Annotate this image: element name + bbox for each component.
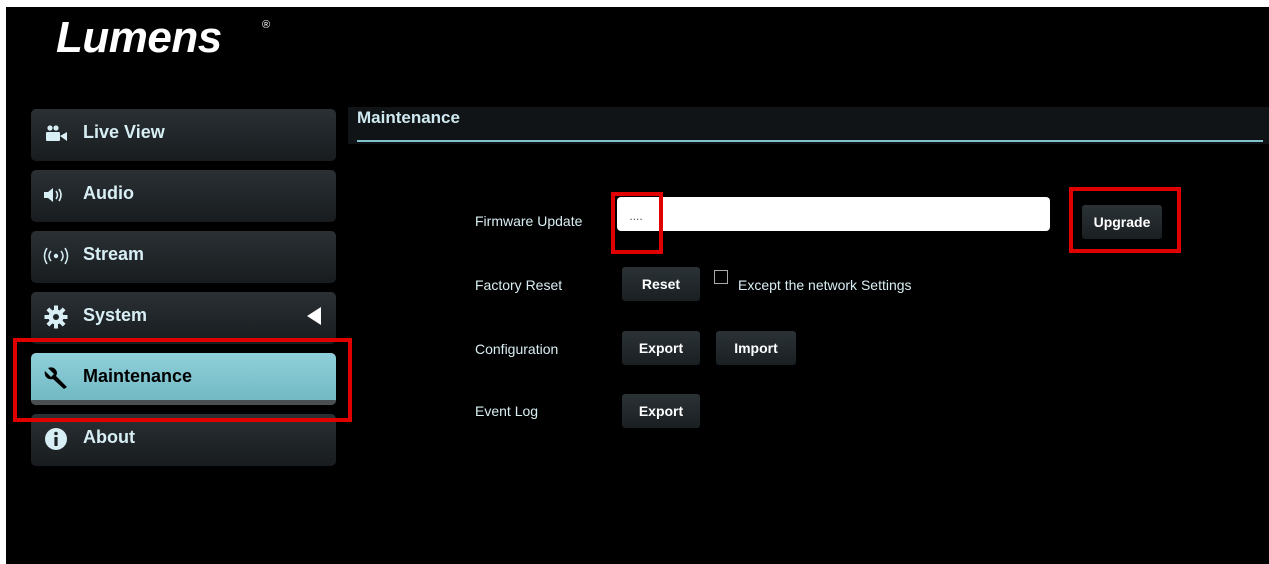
sidebar-item-label: Stream — [83, 244, 145, 264]
firmware-file-input[interactable]: .... — [617, 197, 1050, 231]
sidebar-item-system[interactable]: System — [31, 292, 336, 344]
page-title: Maintenance — [357, 108, 460, 127]
highlight-upgrade — [1069, 187, 1181, 253]
highlight-maintenance — [13, 338, 352, 422]
content-header-band — [348, 107, 1269, 144]
sidebar-item-stream[interactable]: Stream — [31, 231, 336, 283]
speaker-icon — [41, 183, 71, 207]
except-network-label: Except the network Settings — [738, 277, 912, 293]
sidebar-item-label: About — [83, 427, 135, 447]
sidebar-item-live-view[interactable]: Live View — [31, 109, 336, 161]
gear-icon — [41, 305, 71, 329]
lumens-logo: Lumens — [56, 13, 222, 62]
config-export-button[interactable]: Export — [622, 331, 700, 365]
reset-button[interactable]: Reset — [622, 267, 700, 301]
info-icon — [41, 427, 71, 451]
sidebar-item-label: Live View — [83, 122, 165, 142]
sidebar-item-label: System — [83, 305, 148, 325]
configuration-label: Configuration — [475, 341, 559, 357]
firmware-update-label: Firmware Update — [475, 213, 583, 229]
factory-reset-label: Factory Reset — [475, 277, 563, 293]
event-log-export-button[interactable]: Export — [622, 394, 700, 428]
config-import-button[interactable]: Import — [716, 331, 796, 365]
collapse-arrow-icon[interactable] — [307, 307, 321, 325]
title-divider — [357, 140, 1263, 142]
video-camera-icon — [41, 122, 71, 146]
sidebar-item-label: Audio — [83, 183, 134, 203]
header: Lumens ® — [6, 7, 1269, 107]
event-log-label: Event Log — [475, 403, 539, 419]
except-network-checkbox[interactable] — [714, 270, 728, 284]
sidebar-item-audio[interactable]: Audio — [31, 170, 336, 222]
highlight-browse — [611, 192, 663, 254]
broadcast-icon — [41, 244, 71, 268]
registered-mark: ® — [262, 19, 271, 31]
